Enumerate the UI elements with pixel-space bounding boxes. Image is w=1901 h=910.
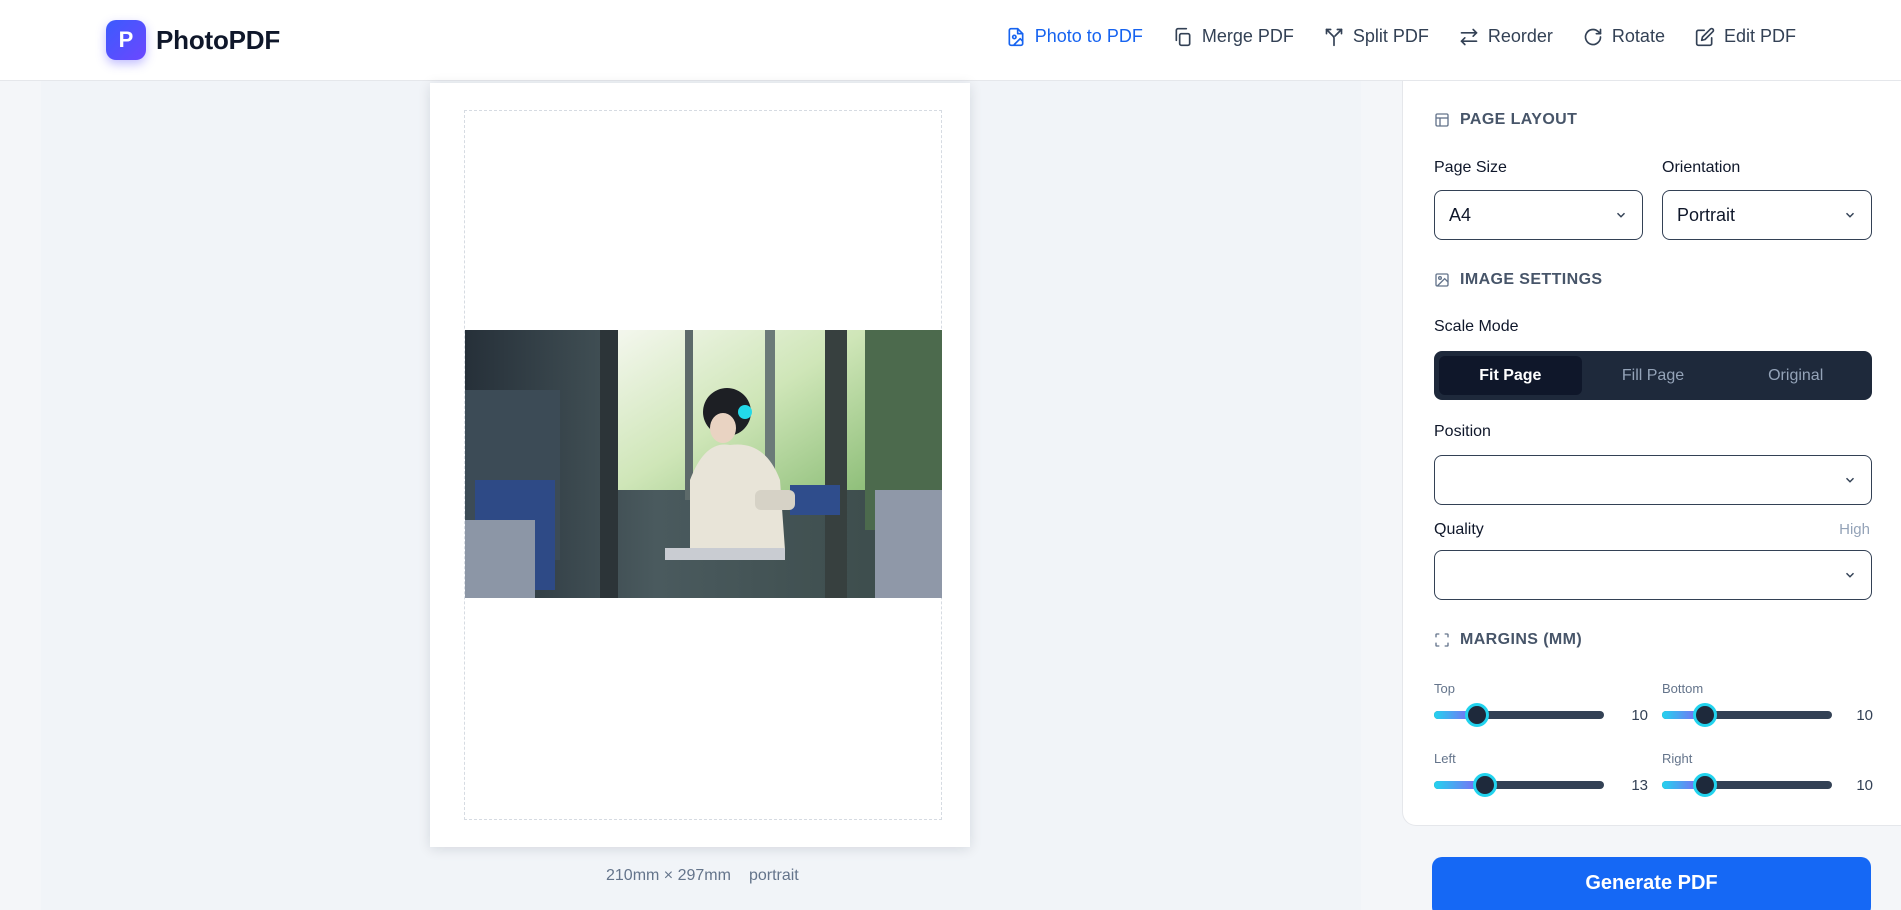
nav-reorder[interactable]: Reorder xyxy=(1459,26,1553,47)
copy-icon xyxy=(1175,27,1191,46)
split-icon xyxy=(1325,28,1343,46)
chevron-down-icon xyxy=(1845,212,1855,218)
page-size-select[interactable]: A4 xyxy=(1434,190,1643,240)
margin-right-value: 10 xyxy=(1856,777,1873,794)
file-image-icon xyxy=(1008,27,1024,46)
nav-label: Merge PDF xyxy=(1201,26,1294,46)
page-info: 210mm × 297mm portrait xyxy=(606,867,799,885)
nav-merge-pdf[interactable]: Merge PDF xyxy=(1173,26,1294,47)
nav-rotate[interactable]: Rotate xyxy=(1583,26,1665,47)
photo-preview xyxy=(465,330,942,598)
nav-label: Reorder xyxy=(1487,26,1553,46)
page-layout-heading: PAGE LAYOUT xyxy=(1434,111,1577,129)
chevron-down-icon xyxy=(1845,572,1855,578)
main-nav: Photo to PDF Merge PDF Split PDF Reorder… xyxy=(1006,26,1796,47)
position-label: Position xyxy=(1434,423,1491,440)
nav-edit-pdf[interactable]: Edit PDF xyxy=(1695,26,1796,47)
scale-mode-label: Scale Mode xyxy=(1434,318,1519,335)
slider-thumb[interactable] xyxy=(1692,703,1717,727)
logo-badge: P xyxy=(106,20,146,60)
settings-panel: PAGE LAYOUT Page Size A4 Orientation Por… xyxy=(1402,81,1901,826)
expand-icon xyxy=(1435,633,1449,647)
scale-fill-page-button[interactable]: Fill Page xyxy=(1582,356,1725,395)
scale-original-button[interactable]: Original xyxy=(1724,356,1867,395)
margins-heading: MARGINS (MM) xyxy=(1434,631,1582,649)
orientation-value: Portrait xyxy=(1677,204,1736,225)
page-dimensions: 210mm × 297mm xyxy=(606,867,731,884)
margin-left-value: 13 xyxy=(1631,777,1648,794)
slider-thumb[interactable] xyxy=(1473,773,1497,797)
nav-photo-to-pdf[interactable]: Photo to PDF xyxy=(1006,26,1143,47)
image-settings-heading: IMAGE SETTINGS xyxy=(1434,271,1603,289)
app-name: PhotoPDF xyxy=(156,24,281,55)
rotate-icon xyxy=(1584,28,1602,45)
pdf-page-preview xyxy=(430,83,970,847)
arrows-icon xyxy=(1460,28,1478,45)
image-icon xyxy=(1435,273,1449,287)
scale-mode-toggle: Fit Page Fill Page Original xyxy=(1434,351,1872,400)
nav-label: Edit PDF xyxy=(1723,26,1796,46)
nav-label: Rotate xyxy=(1611,26,1665,46)
scale-fit-page-button[interactable]: Fit Page xyxy=(1439,356,1582,395)
nav-label: Photo to PDF xyxy=(1034,26,1143,46)
chevron-down-icon xyxy=(1616,212,1626,218)
orientation-label: Orientation xyxy=(1662,159,1741,176)
nav-label: Split PDF xyxy=(1352,26,1429,46)
edit-icon xyxy=(1695,27,1715,46)
margin-bottom-value: 10 xyxy=(1856,707,1873,724)
app-logo[interactable]: P PhotoPDF xyxy=(106,20,280,60)
page-size-value: A4 xyxy=(1449,204,1472,225)
margin-top-label: Top xyxy=(1434,681,1455,696)
nav-split-pdf[interactable]: Split PDF xyxy=(1324,26,1429,47)
quality-select[interactable] xyxy=(1434,550,1872,600)
margin-top-slider[interactable] xyxy=(1434,700,1604,730)
margin-bottom-label: Bottom xyxy=(1662,681,1704,696)
page-orientation: portrait xyxy=(748,867,799,884)
margin-right-label: Right xyxy=(1662,751,1693,766)
margin-right-slider[interactable] xyxy=(1662,770,1832,800)
margin-left-slider[interactable] xyxy=(1434,770,1604,800)
margin-bottom-slider[interactable] xyxy=(1662,700,1832,730)
layout-icon xyxy=(1435,113,1449,127)
slider-thumb[interactable] xyxy=(1692,773,1717,797)
photo-illustration xyxy=(465,330,942,598)
generate-pdf-button[interactable]: Generate PDF xyxy=(1432,857,1871,910)
app-header: P PhotoPDF Photo to PDF Merge PDF Split … xyxy=(0,0,1901,81)
margin-left-label: Left xyxy=(1434,751,1456,766)
position-select[interactable] xyxy=(1434,455,1872,505)
quality-value: High xyxy=(1839,521,1870,538)
page-size-label: Page Size xyxy=(1434,159,1507,176)
quality-label: Quality xyxy=(1434,521,1484,538)
chevron-down-icon xyxy=(1845,477,1855,483)
slider-thumb[interactable] xyxy=(1464,703,1489,727)
orientation-select[interactable]: Portrait xyxy=(1662,190,1872,240)
margin-top-value: 10 xyxy=(1631,707,1648,724)
